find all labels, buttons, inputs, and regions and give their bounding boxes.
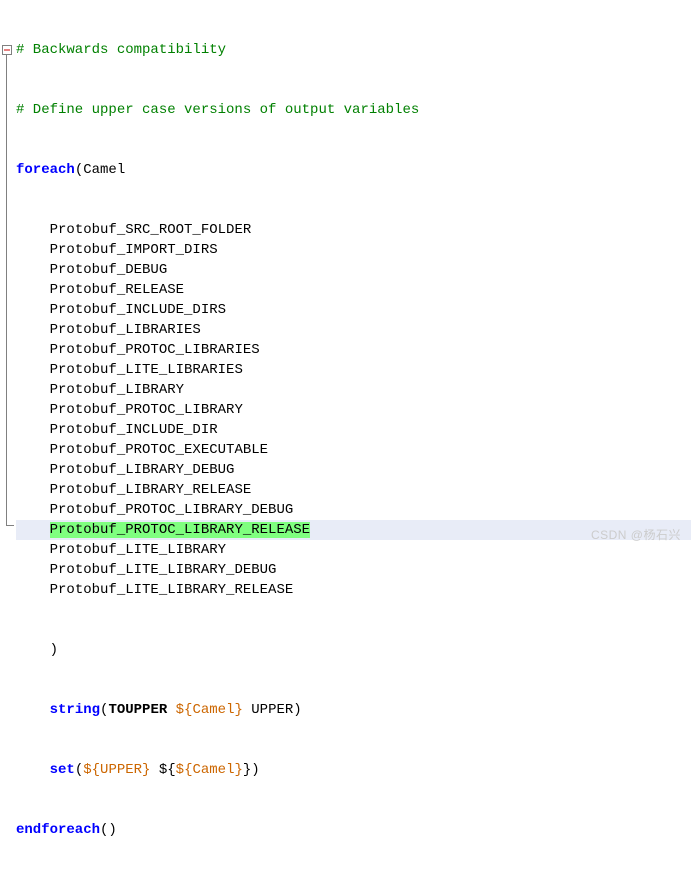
variable: ${Camel}	[176, 702, 243, 718]
keyword: foreach	[16, 162, 75, 178]
identifier: Protobuf_INCLUDE_DIRS	[50, 302, 226, 318]
code-line: endforeach()	[16, 820, 691, 840]
identifier: Protobuf_PROTOC_LIBRARIES	[50, 342, 260, 358]
code-line: Protobuf_PROTOC_LIBRARIES	[16, 340, 691, 360]
comment-text: # Backwards compatibility	[16, 42, 226, 58]
identifier: Protobuf_RELEASE	[50, 282, 184, 298]
close-paren: )	[50, 642, 58, 658]
code-line: foreach(Camel	[16, 160, 691, 180]
code-editor[interactable]: # Backwards compatibility # Define upper…	[0, 0, 691, 551]
identifier: Protobuf_LIBRARY_DEBUG	[50, 462, 235, 478]
paren: (	[75, 762, 83, 778]
code-text: })	[243, 762, 260, 778]
code-text	[16, 642, 50, 658]
identifier: Protobuf_IMPORT_DIRS	[50, 242, 218, 258]
keyword: string	[50, 702, 100, 718]
code-line: Protobuf_SRC_ROOT_FOLDER	[16, 220, 691, 240]
identifier: Protobuf_LITE_LIBRARY	[50, 542, 226, 558]
code-line: Protobuf_LITE_LIBRARIES	[16, 360, 691, 380]
variable: ${UPPER}	[83, 762, 150, 778]
code-line: )	[16, 640, 691, 660]
identifier: Protobuf_LIBRARIES	[50, 322, 201, 338]
identifier: Protobuf_LIBRARY_RELEASE	[50, 482, 252, 498]
identifier: Protobuf_PROTOC_EXECUTABLE	[50, 442, 268, 458]
code-line-highlighted: Protobuf_PROTOC_LIBRARY_RELEASE	[16, 520, 691, 540]
code-line: Protobuf_LITE_LIBRARY_DEBUG	[16, 560, 691, 580]
code-line: Protobuf_LIBRARIES	[16, 320, 691, 340]
identifier: Protobuf_LIBRARY	[50, 382, 184, 398]
variable: ${Camel}	[176, 762, 243, 778]
identifier: Protobuf_PROTOC_LIBRARY_DEBUG	[50, 502, 294, 518]
fold-toggle-icon[interactable]	[2, 45, 12, 55]
identifier: Protobuf_SRC_ROOT_FOLDER	[50, 222, 252, 238]
code-line: Protobuf_INCLUDE_DIR	[16, 420, 691, 440]
keyword: set	[50, 762, 75, 778]
paren: (	[100, 702, 108, 718]
code-line: Protobuf_PROTOC_LIBRARY_DEBUG	[16, 500, 691, 520]
identifier: Protobuf_INCLUDE_DIR	[50, 422, 218, 438]
comment-text: # Define upper case versions of output v…	[16, 102, 419, 118]
code-line: Protobuf_PROTOC_EXECUTABLE	[16, 440, 691, 460]
identifier: Protobuf_LITE_LIBRARIES	[50, 362, 243, 378]
selected-text: Protobuf_PROTOC_LIBRARY_RELEASE	[50, 522, 310, 538]
code-line: Protobuf_LITE_LIBRARY	[16, 540, 691, 560]
identifier: Protobuf_DEBUG	[50, 262, 168, 278]
code-line: Protobuf_RELEASE	[16, 280, 691, 300]
code-line: Protobuf_LIBRARY_RELEASE	[16, 480, 691, 500]
code-line: Protobuf_IMPORT_DIRS	[16, 240, 691, 260]
code-text: (Camel	[75, 162, 125, 178]
code-text: ${	[150, 762, 175, 778]
code-line: Protobuf_PROTOC_LIBRARY	[16, 400, 691, 420]
code-line: # Backwards compatibility	[16, 40, 691, 60]
keyword: endforeach	[16, 822, 100, 838]
function-name: TOUPPER	[108, 702, 167, 718]
identifier: Protobuf_LITE_LIBRARY_RELEASE	[50, 582, 294, 598]
code-line: Protobuf_LIBRARY	[16, 380, 691, 400]
code-text: ()	[100, 822, 117, 838]
fold-end-line	[6, 525, 14, 526]
code-line: Protobuf_DEBUG	[16, 260, 691, 280]
code-line: Protobuf_LIBRARY_DEBUG	[16, 460, 691, 480]
code-line: Protobuf_INCLUDE_DIRS	[16, 300, 691, 320]
code-line: Protobuf_LITE_LIBRARY_RELEASE	[16, 580, 691, 600]
code-line: set(${UPPER} ${${Camel}})	[16, 760, 691, 780]
code-line: string(TOUPPER ${Camel} UPPER)	[16, 700, 691, 720]
fold-guide-line	[6, 55, 7, 525]
watermark: CSDN @杨石兴	[591, 525, 681, 545]
code-text: UPPER)	[243, 702, 302, 718]
identifier: Protobuf_LITE_LIBRARY_DEBUG	[50, 562, 277, 578]
fold-gutter	[0, 0, 14, 551]
code-line: # Define upper case versions of output v…	[16, 100, 691, 120]
identifier: Protobuf_PROTOC_LIBRARY	[50, 402, 243, 418]
code-area[interactable]: # Backwards compatibility # Define upper…	[14, 0, 691, 551]
